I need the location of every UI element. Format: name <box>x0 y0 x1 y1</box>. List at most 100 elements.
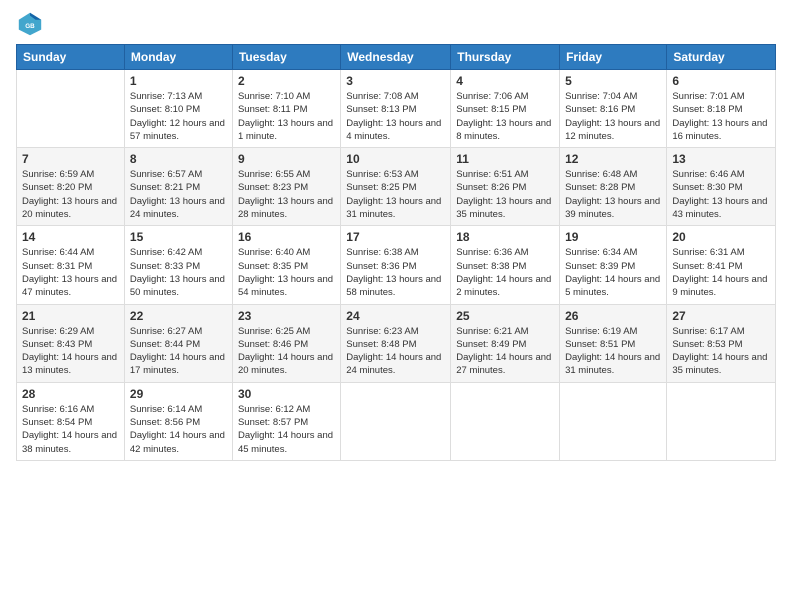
sunrise-label: Sunrise: 6:57 AM <box>130 169 202 180</box>
day-number: 11 <box>456 152 554 166</box>
calendar-cell: 15 Sunrise: 6:42 AMSunset: 8:33 PMDayligh… <box>124 226 232 304</box>
day-info: Sunrise: 6:27 AMSunset: 8:44 PMDaylight:… <box>130 325 227 378</box>
day-info: Sunrise: 6:57 AMSunset: 8:21 PMDaylight:… <box>130 168 227 221</box>
daylight-label: Daylight: 14 hours and 27 minutes. <box>456 352 551 376</box>
day-number: 12 <box>565 152 661 166</box>
calendar-cell: 26Sunrise: 6:19 AMSunset: 8:51 PMDayligh… <box>560 304 667 382</box>
day-number: 29 <box>130 387 227 401</box>
day-number: 17 <box>346 230 445 244</box>
day-number: 7 <box>22 152 119 166</box>
daylight-label: Daylight: 14 hours and 13 minutes. <box>22 352 117 376</box>
sunset-label: Sunset: 8:11 PM <box>238 104 308 115</box>
day-number: 19 <box>565 230 661 244</box>
day-info: Sunrise: 7:01 AMSunset: 8:18 PMDaylight:… <box>672 90 770 143</box>
day-info: Sunrise: 6:31 AMSunset: 8:41 PMDaylight:… <box>672 246 770 299</box>
daylight-label: Daylight: 14 hours and 2 minutes. <box>456 274 551 298</box>
sunrise-label: Sunrise: 7:04 AM <box>565 91 637 102</box>
sunset-label: Sunset: 8:23 PM <box>238 182 308 193</box>
sunrise-label: Sunrise: 6:59 AM <box>22 169 94 180</box>
header: GB <box>16 10 776 38</box>
sunset-label: Sunset: 8:44 PM <box>130 339 200 350</box>
day-header-tuesday: Tuesday <box>232 45 340 70</box>
sunset-label: Sunset: 8:41 PM <box>672 261 742 272</box>
calendar-cell: 5Sunrise: 7:04 AMSunset: 8:16 PMDaylight… <box>560 70 667 148</box>
sunset-label: Sunset: 8:54 PM <box>22 417 92 428</box>
daylight-label: Daylight: 14 hours and 38 minutes. <box>22 430 117 454</box>
calendar-cell: 28 Sunrise: 6:16 AM Sunset: 8:54 PM Dayligh… <box>17 382 125 460</box>
day-info: Sunrise: 6:53 AMSunset: 8:25 PMDaylight:… <box>346 168 445 221</box>
calendar-cell <box>667 382 776 460</box>
sunset-label: Sunset: 8:46 PM <box>238 339 308 350</box>
daylight-label: Daylight: 13 hours and 16 minutes. <box>672 118 767 142</box>
calendar-cell: 27Sunrise: 6:17 AMSunset: 8:53 PMDayligh… <box>667 304 776 382</box>
calendar-cell: 8Sunrise: 6:57 AMSunset: 8:21 PMDaylight… <box>124 148 232 226</box>
calendar-cell: 10 Sunrise: 6:53 AMSunset: 8:25 PMDayligh… <box>341 148 451 226</box>
sunset-label: Sunset: 8:38 PM <box>456 261 526 272</box>
day-info: Sunrise: 7:04 AMSunset: 8:16 PMDaylight:… <box>565 90 661 143</box>
sunset-label: Sunset: 8:51 PM <box>565 339 635 350</box>
sunrise-label: Sunrise: 6:34 AM <box>565 247 637 258</box>
calendar-week-1: 1Sunrise: 7:13 AMSunset: 8:10 PMDaylight… <box>17 70 776 148</box>
sunrise-label: Sunrise: 6:42 AM <box>130 247 202 258</box>
calendar-cell: 29 Sunrise: 6:14 AMSunset: 8:56 PMDayligh… <box>124 382 232 460</box>
sunset-label: Sunset: 8:39 PM <box>565 261 635 272</box>
sunset-label: Sunset: 8:21 PM <box>130 182 200 193</box>
day-info: Sunrise: 6:42 AMSunset: 8:33 PMDaylight:… <box>130 246 227 299</box>
sunrise-label: Sunrise: 6:27 AM <box>130 326 202 337</box>
sunset-label: Sunset: 8:30 PM <box>672 182 742 193</box>
day-number: 6 <box>672 74 770 88</box>
daylight-label: Daylight: 13 hours and 50 minutes. <box>130 274 225 298</box>
day-info: Sunrise: 6:44 AMSunset: 8:31 PMDaylight:… <box>22 246 119 299</box>
sunrise-label: Sunrise: 6:16 AM <box>22 404 94 415</box>
calendar-cell: 30Sunrise: 6:12 AMSunset: 8:57 PMDayligh… <box>232 382 340 460</box>
day-number: 30 <box>238 387 335 401</box>
day-number: 3 <box>346 74 445 88</box>
logo-icon: GB <box>16 10 44 38</box>
day-number: 23 <box>238 309 335 323</box>
daylight-label: Daylight: 13 hours and 31 minutes. <box>346 196 441 220</box>
daylight-label: Daylight: 13 hours and 58 minutes. <box>346 274 441 298</box>
day-header-monday: Monday <box>124 45 232 70</box>
calendar-cell: 7Sunrise: 6:59 AMSunset: 8:20 PMDaylight… <box>17 148 125 226</box>
sunset-label: Sunset: 8:26 PM <box>456 182 526 193</box>
day-number: 24 <box>346 309 445 323</box>
calendar-week-5: 28 Sunrise: 6:16 AM Sunset: 8:54 PM Dayligh… <box>17 382 776 460</box>
day-info: Sunrise: 6:48 AMSunset: 8:28 PMDaylight:… <box>565 168 661 221</box>
sunrise-label: Sunrise: 6:19 AM <box>565 326 637 337</box>
calendar-week-4: 21Sunrise: 6:29 AMSunset: 8:43 PMDayligh… <box>17 304 776 382</box>
sunset-label: Sunset: 8:18 PM <box>672 104 742 115</box>
sunset-label: Sunset: 8:35 PM <box>238 261 308 272</box>
daylight-label: Daylight: 13 hours and 4 minutes. <box>346 118 441 142</box>
calendar-cell <box>17 70 125 148</box>
calendar-cell: 17Sunrise: 6:38 AMSunset: 8:36 PMDayligh… <box>341 226 451 304</box>
sunrise-label: Sunrise: 6:23 AM <box>346 326 418 337</box>
sunset-label: Sunset: 8:53 PM <box>672 339 742 350</box>
day-number: 1 <box>130 74 227 88</box>
day-info: Sunrise: 6:36 AMSunset: 8:38 PMDaylight:… <box>456 246 554 299</box>
day-number: 21 <box>22 309 119 323</box>
calendar-cell: 16Sunrise: 6:40 AMSunset: 8:35 PMDayligh… <box>232 226 340 304</box>
calendar-cell: 4Sunrise: 7:06 AMSunset: 8:15 PMDaylight… <box>451 70 560 148</box>
sunrise-label: Sunrise: 6:21 AM <box>456 326 528 337</box>
calendar-cell: 21Sunrise: 6:29 AMSunset: 8:43 PMDayligh… <box>17 304 125 382</box>
sunrise-label: Sunrise: 6:14 AM <box>130 404 202 415</box>
day-info: Sunrise: 6:17 AMSunset: 8:53 PMDaylight:… <box>672 325 770 378</box>
day-info: Sunrise: 6:25 AMSunset: 8:46 PMDaylight:… <box>238 325 335 378</box>
day-number: 28 <box>22 387 119 401</box>
day-info: Sunrise: 6:55 AMSunset: 8:23 PMDaylight:… <box>238 168 335 221</box>
daylight-label: Daylight: 14 hours and 31 minutes. <box>565 352 660 376</box>
day-number: 4 <box>456 74 554 88</box>
calendar-cell: 23 Sunrise: 6:25 AMSunset: 8:46 PMDayligh… <box>232 304 340 382</box>
day-number: 2 <box>238 74 335 88</box>
day-header-thursday: Thursday <box>451 45 560 70</box>
day-number: 15 <box>130 230 227 244</box>
daylight-label: Daylight: 14 hours and 20 minutes. <box>238 352 333 376</box>
day-info: Sunrise: 6:14 AMSunset: 8:56 PMDaylight:… <box>130 403 227 456</box>
day-header-friday: Friday <box>560 45 667 70</box>
sunrise-label: Sunrise: 6:17 AM <box>672 326 744 337</box>
sunset-label: Sunset: 8:49 PM <box>456 339 526 350</box>
day-info: Sunrise: 6:34 AMSunset: 8:39 PMDaylight:… <box>565 246 661 299</box>
sunset-label: Sunset: 8:13 PM <box>346 104 416 115</box>
sunrise-label: Sunrise: 6:12 AM <box>238 404 310 415</box>
day-number: 10 <box>346 152 445 166</box>
